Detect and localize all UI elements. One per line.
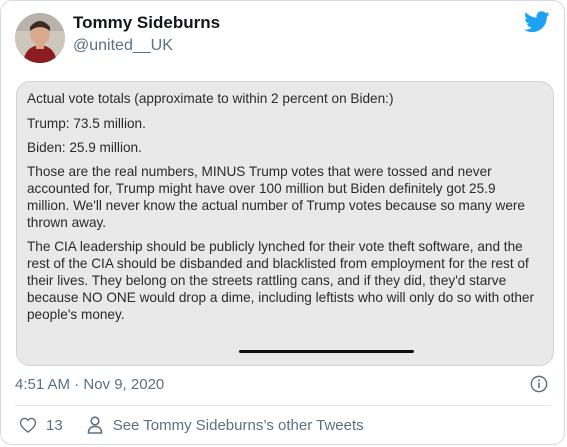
see-other-tweets-link[interactable]: See Tommy Sideburns’s other Tweets	[113, 417, 364, 434]
media-paragraph-claim: Those are the real numbers, MINUS Trump …	[27, 164, 525, 230]
media-paragraph-cia: The CIA leadership should be publicly ly…	[27, 239, 534, 322]
tweet-image-text[interactable]: Actual vote totals (approximate to withi…	[16, 81, 554, 366]
divider	[15, 405, 550, 406]
pen-underline-mark	[239, 350, 414, 353]
twitter-bird-icon[interactable]	[524, 11, 550, 33]
media-paragraph-intro: Actual vote totals (approximate to withi…	[27, 91, 394, 106]
author-handle[interactable]: @united__UK	[73, 37, 173, 55]
heart-icon[interactable]	[19, 416, 37, 434]
person-icon[interactable]	[87, 416, 103, 434]
author-name[interactable]: Tommy Sideburns	[73, 13, 220, 33]
info-icon[interactable]	[530, 375, 548, 393]
embedded-tweet-card[interactable]: Tommy Sideburns @united__UK Actual vote …	[0, 0, 565, 445]
avatar[interactable]	[15, 13, 65, 63]
tweet-actions: 13 See Tommy Sideburns’s other Tweets	[19, 416, 364, 434]
tweet-timestamp[interactable]: 4:51 AM · Nov 9, 2020	[15, 376, 164, 393]
media-paragraph-trump: Trump: 73.5 million.	[27, 116, 146, 131]
media-paragraph-biden: Biden: 25.9 million.	[27, 140, 142, 155]
avatar-image	[15, 13, 65, 63]
like-count[interactable]: 13	[46, 417, 63, 434]
